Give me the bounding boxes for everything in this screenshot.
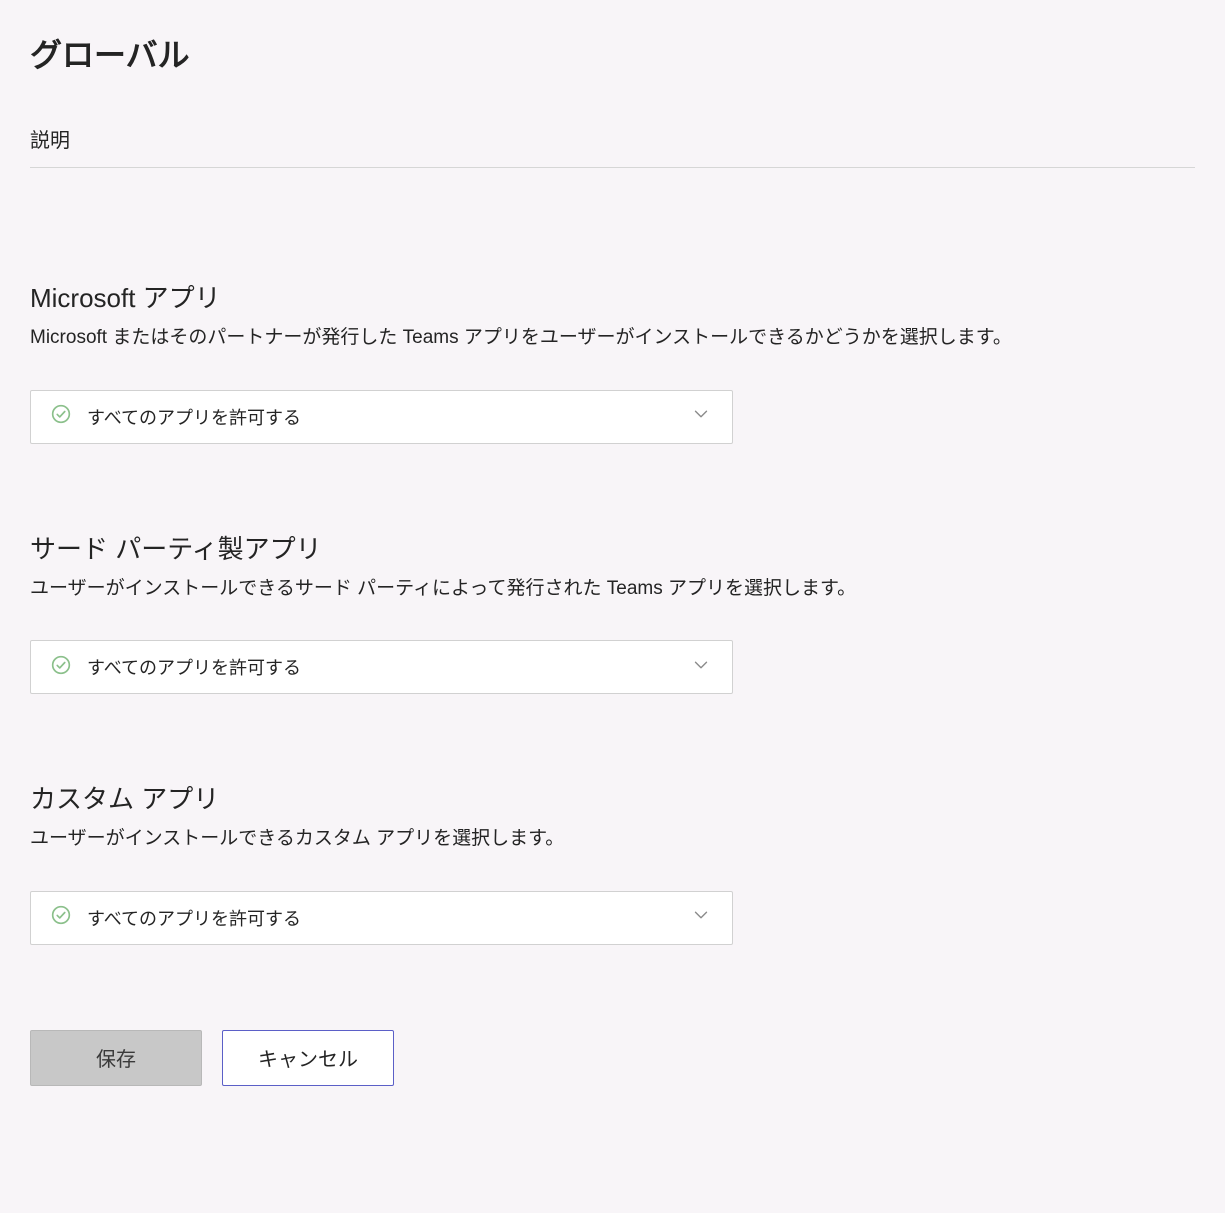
section-desc-microsoft: Microsoft またはそのパートナーが発行した Teams アプリをユーザー…	[30, 325, 1195, 352]
section-desc-custom: ユーザーがインストールできるカスタム アプリを選択します。	[30, 826, 1195, 853]
section-title-custom: カスタム アプリ	[30, 779, 1195, 816]
checkmark-circle-icon	[51, 905, 71, 930]
description-label: 説明	[30, 124, 1195, 168]
section-title-microsoft: Microsoft アプリ	[30, 278, 1195, 315]
chevron-down-icon	[690, 654, 712, 681]
section-title-thirdparty: サード パーティ製アプリ	[30, 529, 1195, 566]
dropdown-thirdparty-apps[interactable]: すべてのアプリを許可する	[30, 640, 733, 694]
save-button[interactable]: 保存	[30, 1030, 202, 1086]
section-microsoft-apps: Microsoft アプリ Microsoft またはそのパートナーが発行した …	[30, 278, 1195, 444]
checkmark-circle-icon	[51, 655, 71, 680]
section-custom-apps: カスタム アプリ ユーザーがインストールできるカスタム アプリを選択します。 す…	[30, 779, 1195, 945]
dropdown-label-thirdparty: すべてのアプリを許可する	[87, 654, 301, 680]
button-row: 保存 キャンセル	[30, 1030, 1195, 1086]
section-desc-thirdparty: ユーザーがインストールできるサード パーティによって発行された Teams アプ…	[30, 576, 1195, 603]
chevron-down-icon	[690, 403, 712, 430]
section-thirdparty-apps: サード パーティ製アプリ ユーザーがインストールできるサード パーティによって発…	[30, 529, 1195, 695]
page-title: グローバル	[30, 30, 1195, 76]
dropdown-custom-apps[interactable]: すべてのアプリを許可する	[30, 891, 733, 945]
dropdown-microsoft-apps[interactable]: すべてのアプリを許可する	[30, 390, 733, 444]
dropdown-left: すべてのアプリを許可する	[51, 404, 301, 430]
dropdown-left: すべてのアプリを許可する	[51, 905, 301, 931]
chevron-down-icon	[690, 904, 712, 931]
dropdown-label-custom: すべてのアプリを許可する	[87, 905, 301, 931]
checkmark-circle-icon	[51, 404, 71, 429]
dropdown-label-microsoft: すべてのアプリを許可する	[87, 404, 301, 430]
dropdown-left: すべてのアプリを許可する	[51, 654, 301, 680]
cancel-button[interactable]: キャンセル	[222, 1030, 394, 1086]
